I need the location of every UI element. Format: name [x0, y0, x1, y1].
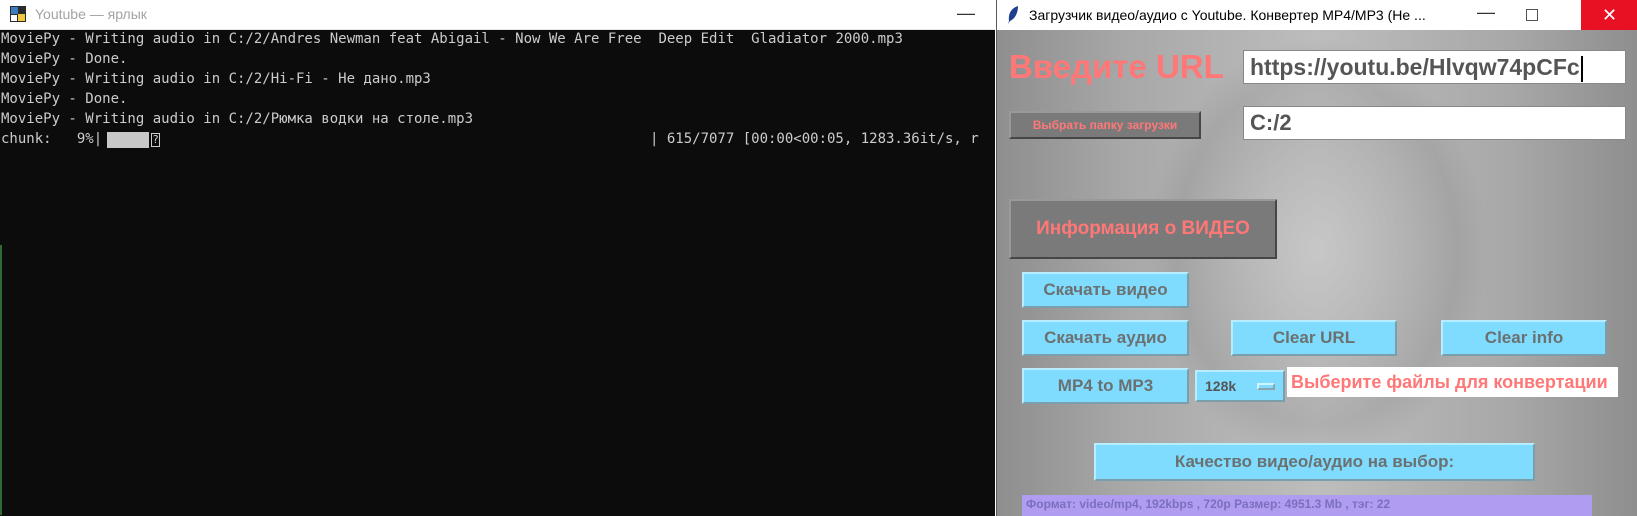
console-line: MoviePy - Writing audio in C:/2/Рюмка во…	[1, 111, 474, 127]
clear-info-button[interactable]: Clear info	[1441, 320, 1607, 356]
bitrate-value: 128k	[1205, 378, 1237, 394]
download-audio-button[interactable]: Скачать аудио	[1022, 320, 1189, 356]
console-minimize-button[interactable]: —	[946, 0, 986, 29]
console-output: MoviePy - Writing audio in C:/2/Andres N…	[0, 30, 995, 516]
console-line: MoviePy - Writing audio in C:/2/Hi-Fi - …	[1, 71, 431, 87]
console-line: MoviePy - Done.	[1, 51, 128, 67]
download-video-button[interactable]: Скачать видео	[1022, 272, 1189, 308]
python-icon	[10, 6, 26, 22]
progress-glyph: ?	[151, 133, 160, 147]
mp4-to-mp3-button[interactable]: MP4 to MP3	[1022, 368, 1189, 404]
bitrate-select[interactable]: 128k	[1195, 370, 1285, 402]
console-line: MoviePy - Done.	[1, 91, 128, 107]
url-input[interactable]: https://youtu.be/Hlvqw74pCFc	[1243, 50, 1626, 84]
progress-stats: | 615/7077 [00:00<00:05, 1283.36it/s, r	[650, 131, 979, 147]
window-edge	[0, 245, 2, 515]
console-line: MoviePy - Writing audio in C:/2/Andres N…	[1, 31, 903, 47]
option-menu-indicator	[1257, 383, 1275, 390]
console-window[interactable]: Youtube — ярлык — MoviePy - Writing audi…	[0, 0, 995, 516]
folder-field[interactable]: C:/2	[1243, 106, 1626, 140]
console-titlebar[interactable]: Youtube — ярлык —	[0, 0, 995, 30]
app-titlebar[interactable]: Загрузчик видео/аудио с Youtube. Конверт…	[997, 0, 1637, 30]
downloader-window[interactable]: Загрузчик видео/аудио с Youtube. Конверт…	[996, 0, 1637, 516]
format-list-item[interactable]: Формат: video/mp4, 192kbps , 720p Размер…	[1022, 495, 1592, 516]
url-value: https://youtu.be/Hlvqw74pCFc	[1250, 54, 1580, 80]
convert-files-label: Выберите файлы для конвертации	[1287, 367, 1618, 397]
app-title: Загрузчик видео/аудио с Youtube. Конверт…	[1029, 7, 1426, 23]
video-info-button[interactable]: Информация о ВИДЕО	[1009, 199, 1277, 259]
quality-select-button[interactable]: Качество видео/аудио на выбор:	[1094, 443, 1535, 481]
app-maximize-button[interactable]	[1509, 0, 1555, 30]
app-close-button[interactable]: ✕	[1581, 0, 1637, 30]
url-heading: Введите URL	[1009, 48, 1224, 85]
feather-icon	[1008, 6, 1018, 24]
progress-label: chunk: 9%|	[1, 131, 103, 147]
choose-folder-button[interactable]: Выбрать папку загрузки	[1009, 111, 1201, 139]
app-minimize-button[interactable]: —	[1463, 0, 1509, 30]
clear-url-button[interactable]: Clear URL	[1231, 320, 1397, 356]
text-caret	[1580, 55, 1583, 82]
progress-bar-fill	[107, 132, 149, 148]
console-title: Youtube — ярлык	[35, 6, 147, 22]
